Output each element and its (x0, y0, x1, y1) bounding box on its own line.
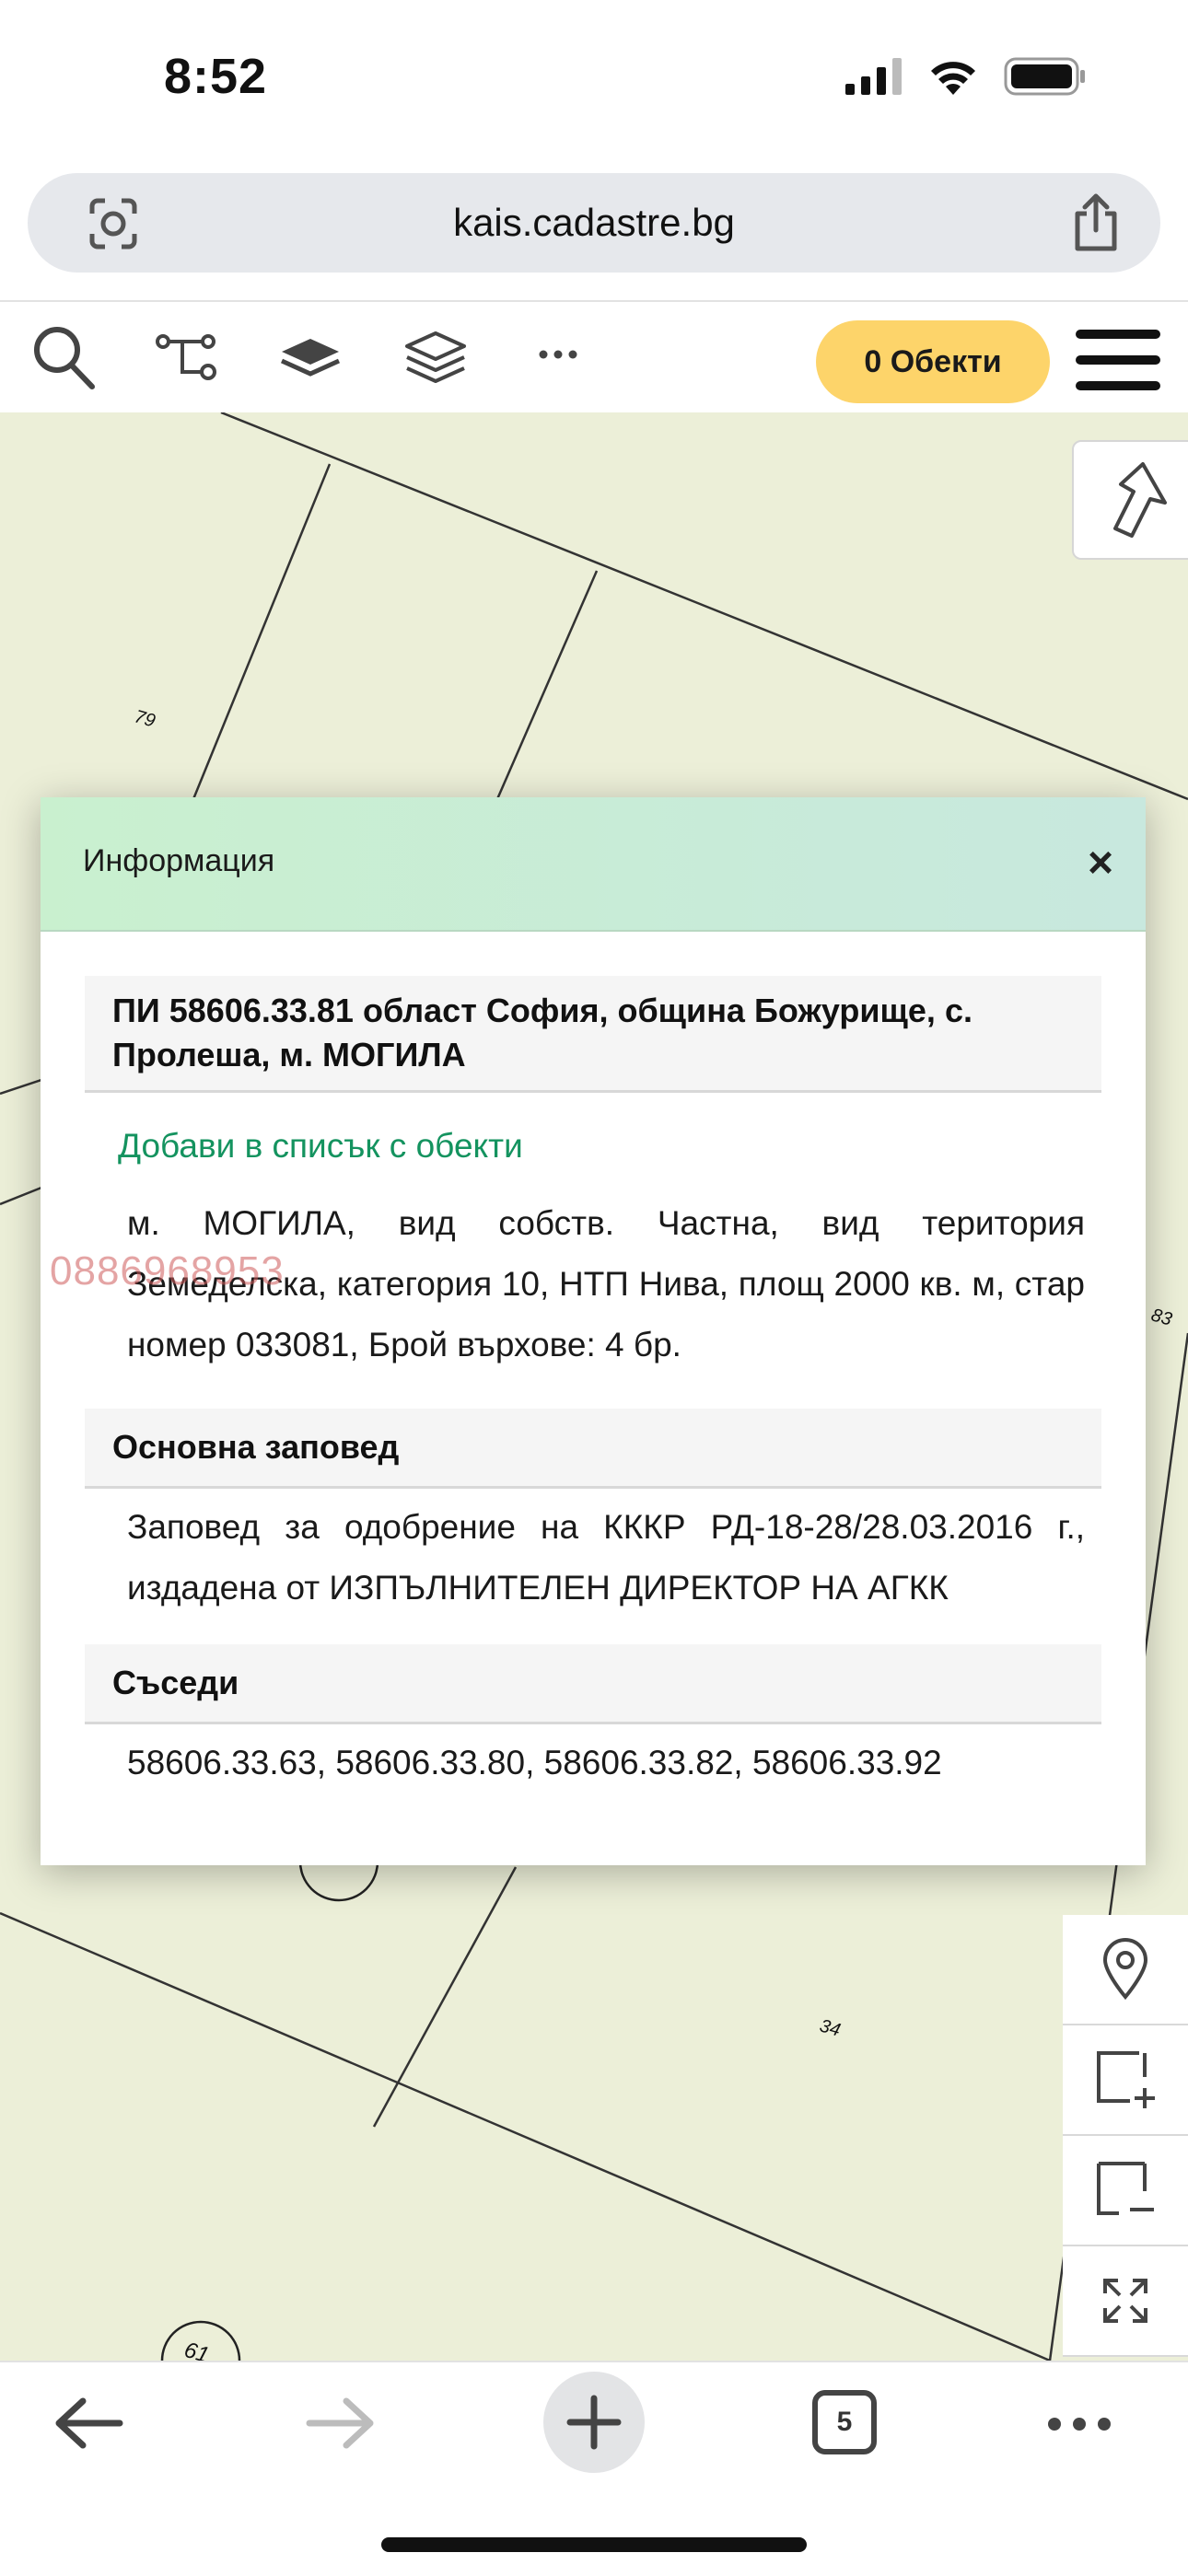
layers-icon[interactable] (403, 330, 468, 387)
zoom-box-minus-icon (1097, 2162, 1154, 2215)
order-text: Заповед за одобрение на КККР РД-18-28/28… (127, 1508, 1085, 1607)
expand-arrows-icon (1103, 2279, 1147, 2323)
zoom-in-box-button[interactable] (1063, 2025, 1188, 2136)
neighbors-heading: Съседи (85, 1644, 1101, 1724)
cellular-signal-icon (845, 58, 902, 95)
location-pin-icon (1102, 1938, 1148, 2001)
objects-button[interactable]: 0 Обекти (816, 320, 1050, 403)
search-icon[interactable] (31, 324, 96, 390)
zoom-box-plus-icon (1097, 2051, 1155, 2108)
locate-button[interactable] (1063, 1915, 1188, 2025)
status-icons (845, 57, 1087, 96)
parcel-heading: ПИ 58606.33.81 област София, община Божу… (85, 976, 1101, 1093)
new-tab-button[interactable] (543, 2372, 645, 2473)
home-indicator (381, 2537, 807, 2552)
wifi-icon (931, 62, 975, 95)
share-icon[interactable] (1070, 193, 1122, 252)
more-options-icon[interactable] (1046, 2416, 1112, 2432)
base-layer-icon[interactable] (278, 335, 343, 377)
add-to-objects-link[interactable]: Добави в списък с обекти (118, 1127, 523, 1166)
zoom-out-box-button[interactable] (1063, 2136, 1188, 2246)
route-nodes-icon[interactable] (155, 333, 219, 381)
url-text[interactable]: kais.cadastre.bg (28, 201, 1160, 245)
status-time: 8:52 (164, 49, 268, 104)
info-dialog: Информация × ПИ 58606.33.81 област София… (41, 797, 1146, 1865)
battery-icon (1004, 57, 1085, 96)
full-extent-button[interactable] (1063, 2246, 1188, 2357)
address-bar[interactable]: kais.cadastre.bg (28, 173, 1160, 273)
neighbors-text: 58606.33.63, 58606.33.80, 58606.33.82, 5… (127, 1744, 942, 1781)
dialog-title: Информация (83, 843, 275, 878)
tabs-button[interactable]: 5 (812, 2390, 877, 2454)
phone-watermark: 0886968953 (50, 1248, 285, 1294)
forward-arrow-icon[interactable] (304, 2396, 378, 2451)
hamburger-menu-icon[interactable] (1076, 330, 1160, 390)
dialog-header: Информация × (41, 797, 1146, 932)
close-icon[interactable]: × (1076, 838, 1125, 888)
back-arrow-icon[interactable] (52, 2396, 125, 2451)
status-bar: 8:52 (0, 0, 1188, 157)
plus-icon (566, 2395, 622, 2450)
order-heading: Основна заповед (85, 1409, 1101, 1489)
map-toolbar: 0 Обекти (0, 300, 1188, 414)
north-arrow-button[interactable] (1072, 440, 1188, 560)
more-horizontal-icon[interactable] (538, 348, 578, 361)
north-arrow-icon (1113, 462, 1167, 538)
map-tools-panel (1063, 1915, 1188, 2357)
